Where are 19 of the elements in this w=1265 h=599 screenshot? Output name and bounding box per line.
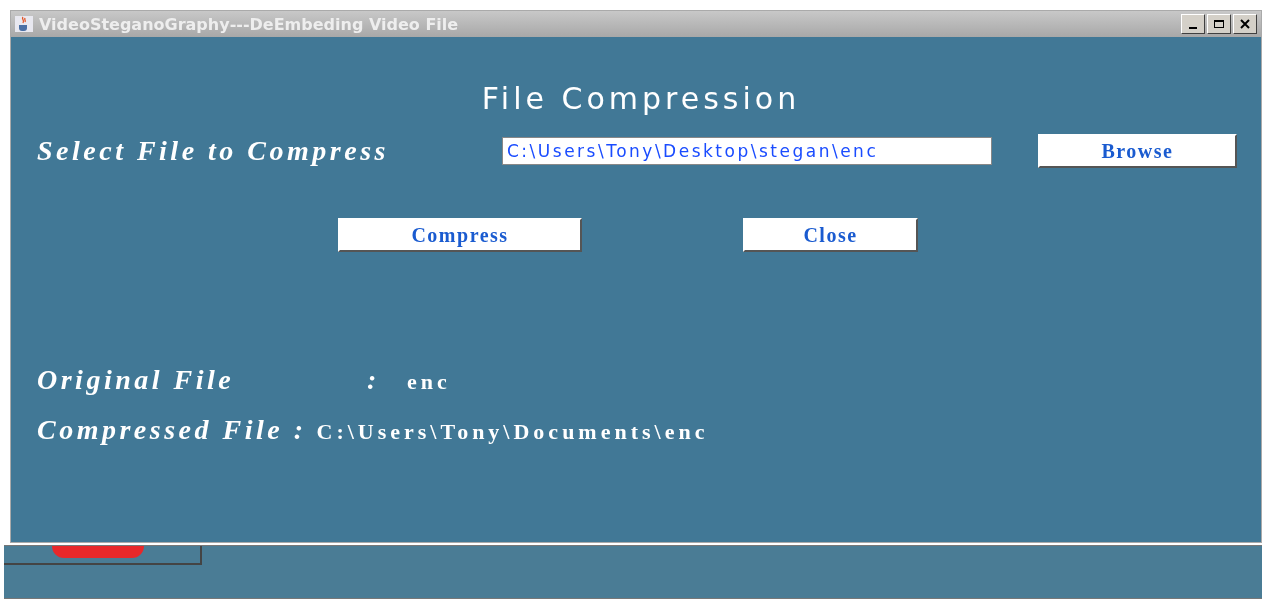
close-button[interactable] bbox=[1233, 14, 1257, 34]
info-label: Original File bbox=[37, 364, 236, 396]
browse-button[interactable]: Browse bbox=[1038, 134, 1237, 168]
separator: : bbox=[367, 364, 381, 396]
info-value: C:\Users\Tony\Documents\enc bbox=[316, 419, 709, 445]
info-label: Compressed File : bbox=[37, 414, 307, 446]
minimize-button[interactable] bbox=[1181, 14, 1205, 34]
minimize-icon bbox=[1189, 27, 1197, 29]
window-title: VideoSteganoGraphy---DeEmbeding Video File bbox=[39, 14, 460, 34]
maximize-icon bbox=[1213, 19, 1225, 29]
path-field[interactable]: C:\Users\Tony\Desktop\stegan\enc bbox=[502, 137, 992, 165]
info-value: enc bbox=[407, 369, 451, 395]
action-button[interactable]: Compress bbox=[338, 218, 582, 252]
action-button[interactable]: Close bbox=[743, 218, 918, 252]
cup-icon bbox=[15, 16, 33, 32]
field-label: Select File to Compress bbox=[37, 135, 390, 167]
maximize-button[interactable] bbox=[1207, 14, 1231, 34]
heading: File Compression bbox=[480, 81, 802, 116]
close-icon bbox=[1239, 19, 1251, 29]
